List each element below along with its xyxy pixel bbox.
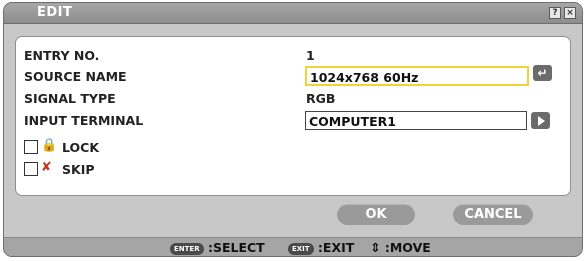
edit-dialog: EDIT ? × ENTRY NO. 1 SOURCE NAME 1024x76… <box>3 2 583 257</box>
skip-checkbox[interactable] <box>24 162 38 176</box>
skip-label: SKIP <box>62 162 95 177</box>
cancel-button[interactable]: CANCEL <box>453 204 533 225</box>
close-button[interactable]: × <box>564 7 576 19</box>
status-bar: ENTER :SELECT EXIT :EXIT ⇕ :MOVE <box>4 237 582 256</box>
input-terminal-value: COMPUTER1 <box>309 114 396 129</box>
exit-hint-label: :EXIT <box>317 240 355 255</box>
skip-icon: ✘ <box>41 160 52 175</box>
source-name-input[interactable]: 1024x768 60Hz <box>305 66 529 86</box>
exit-hint: EXIT :EXIT <box>288 240 354 255</box>
source-name-label: SOURCE NAME <box>24 69 127 84</box>
input-terminal-select[interactable]: COMPUTER1 <box>305 111 527 130</box>
title-bar: EDIT ? × <box>4 3 582 24</box>
exit-key-icon: EXIT <box>288 242 314 255</box>
padlock-icon: 🔒 <box>41 138 58 153</box>
help-button[interactable]: ? <box>549 7 561 19</box>
select-hint: ENTER :SELECT <box>170 240 265 255</box>
source-name-value: 1024x768 60Hz <box>310 70 419 85</box>
enter-icon[interactable]: ↵ <box>533 65 552 81</box>
updown-arrow-icon: ⇕ <box>370 240 381 255</box>
entry-no-value: 1 <box>306 48 315 63</box>
play-arrow-icon[interactable] <box>531 112 550 129</box>
enter-key-icon: ENTER <box>170 242 204 255</box>
move-hint-label: :MOVE <box>384 240 431 255</box>
ok-button[interactable]: OK <box>337 204 415 225</box>
dialog-title: EDIT <box>37 5 73 20</box>
lock-label: LOCK <box>62 140 100 155</box>
select-hint-label: :SELECT <box>207 240 265 255</box>
signal-type-value: RGB <box>306 91 336 106</box>
entry-no-label: ENTRY NO. <box>24 48 100 63</box>
lock-checkbox[interactable] <box>24 140 38 154</box>
input-terminal-label: INPUT TERMINAL <box>24 113 144 128</box>
signal-type-label: SIGNAL TYPE <box>24 91 116 106</box>
move-hint: ⇕ :MOVE <box>370 240 431 255</box>
